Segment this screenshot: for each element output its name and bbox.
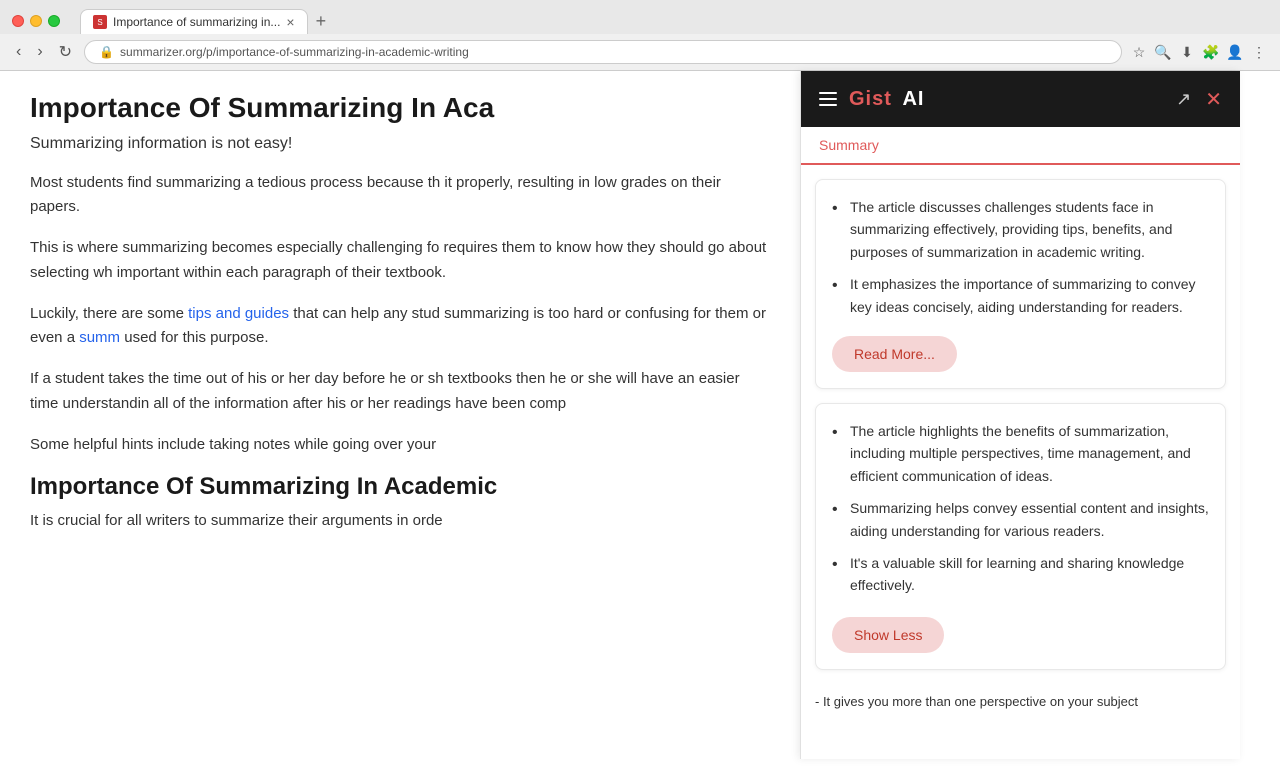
back-button[interactable]: ‹: [12, 41, 25, 63]
article-title: Importance Of Summarizing In Aca: [30, 91, 770, 125]
panel-header-left: Gist AI: [819, 88, 924, 111]
tab-bar: S Importance of summarizing in... × +: [80, 8, 332, 34]
summary-card-2: The article highlights the benefits of s…: [815, 403, 1226, 670]
traffic-lights: [12, 15, 60, 27]
tips-guides-link[interactable]: tips and guides: [188, 305, 289, 322]
summary-bullet-1-2: It emphasizes the importance of summariz…: [832, 273, 1209, 318]
panel-header: Gist AI ↗ ✕: [801, 71, 1240, 127]
show-less-button[interactable]: Show Less: [832, 617, 944, 653]
active-tab[interactable]: S Importance of summarizing in... ×: [80, 9, 308, 34]
tab-title: Importance of summarizing in...: [113, 15, 280, 29]
browser-chrome: S Importance of summarizing in... × + ‹ …: [0, 0, 1280, 71]
tab-favicon: S: [93, 15, 107, 29]
panel-footer-text: - It gives you more than one perspective…: [801, 684, 1240, 726]
sidebar-panel: Gist AI ↗ ✕ Summary The article discusse…: [800, 71, 1240, 759]
minimize-window-button[interactable]: [30, 15, 42, 27]
panel-tab-bar: Summary: [801, 127, 1240, 165]
extensions-icon[interactable]: 🧩: [1202, 43, 1220, 61]
summ-link[interactable]: summ: [79, 329, 120, 346]
share-icon[interactable]: ↗: [1176, 89, 1191, 110]
close-window-button[interactable]: [12, 15, 24, 27]
nav-bar: ‹ › ↻ 🔒 summarizer.org/p/importance-of-s…: [0, 34, 1280, 70]
panel-logo: Gist AI: [849, 88, 924, 111]
article-paragraph-2: This is where summarizing becomes especi…: [30, 236, 770, 286]
summary-tab[interactable]: Summary: [819, 127, 879, 165]
article-content: Importance Of Summarizing In Aca Summari…: [0, 71, 800, 759]
close-panel-icon[interactable]: ✕: [1205, 87, 1222, 112]
article-paragraph-6: It is crucial for all writers to summari…: [30, 509, 770, 534]
article-subtitle: Summarizing information is not easy!: [30, 135, 770, 153]
hamburger-menu-icon[interactable]: [819, 92, 837, 106]
download-icon[interactable]: ⬇: [1178, 43, 1196, 61]
tab-close-button[interactable]: ×: [286, 15, 294, 29]
summary-bullet-1-1: The article discusses challenges student…: [832, 196, 1209, 263]
article-paragraph-3: Luckily, there are some tips and guides …: [30, 302, 770, 352]
bookmark-icon[interactable]: ☆: [1130, 43, 1148, 61]
summary-list-1: The article discusses challenges student…: [832, 196, 1209, 318]
new-tab-button[interactable]: +: [310, 8, 333, 34]
profile-icon[interactable]: 👤: [1226, 43, 1244, 61]
logo-gist-text: Gist: [849, 88, 892, 110]
logo-ai-text: AI: [902, 88, 924, 110]
main-area: Importance Of Summarizing In Aca Summari…: [0, 71, 1280, 759]
summary-card-1: The article discusses challenges student…: [815, 179, 1226, 389]
url-text: summarizer.org/p/importance-of-summarizi…: [120, 45, 469, 59]
summary-list-2: The article highlights the benefits of s…: [832, 420, 1209, 597]
search-icon[interactable]: 🔍: [1154, 43, 1172, 61]
paragraph3-prefix: Luckily, there are some: [30, 305, 188, 322]
summary-bullet-2-1: The article highlights the benefits of s…: [832, 420, 1209, 487]
panel-content[interactable]: The article discusses challenges student…: [801, 165, 1240, 759]
forward-button[interactable]: ›: [33, 41, 46, 63]
paragraph3-suffix: used for this purpose.: [120, 329, 268, 346]
article-paragraph-1: Most students find summarizing a tedious…: [30, 171, 770, 221]
browser-actions: ☆ 🔍 ⬇ 🧩 👤 ⋮: [1130, 43, 1268, 61]
article-paragraph-4: If a student takes the time out of his o…: [30, 367, 770, 417]
title-bar: S Importance of summarizing in... × +: [0, 0, 1280, 34]
lock-icon: 🔒: [99, 45, 114, 59]
panel-header-right: ↗ ✕: [1176, 87, 1222, 112]
summary-bullet-2-3: It's a valuable skill for learning and s…: [832, 552, 1209, 597]
article-heading-2: Importance Of Summarizing In Academic: [30, 473, 770, 501]
more-menu-icon[interactable]: ⋮: [1250, 43, 1268, 61]
maximize-window-button[interactable]: [48, 15, 60, 27]
article-paragraph-5: Some helpful hints include taking notes …: [30, 433, 770, 458]
reload-button[interactable]: ↻: [55, 40, 76, 64]
read-more-button[interactable]: Read More...: [832, 336, 957, 372]
address-bar[interactable]: 🔒 summarizer.org/p/importance-of-summari…: [84, 40, 1122, 64]
summary-bullet-2-2: Summarizing helps convey essential conte…: [832, 497, 1209, 542]
